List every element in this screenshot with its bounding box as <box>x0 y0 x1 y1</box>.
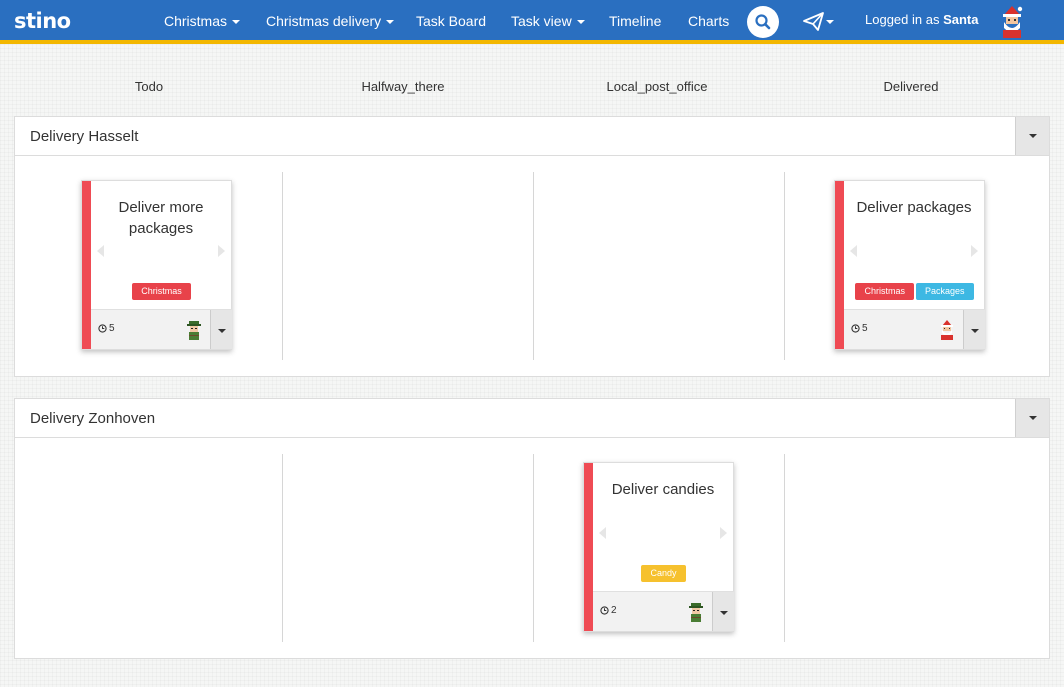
tag-badge: Christmas <box>855 283 914 300</box>
card-footer: 5 <box>844 309 985 349</box>
nav-task-board-label: Task Board <box>416 13 487 29</box>
clock-icon <box>98 324 107 333</box>
nav-task-board[interactable]: Task Board <box>416 13 486 29</box>
card-prev-arrow-icon[interactable] <box>97 245 104 257</box>
column-divider <box>784 172 785 360</box>
column-divider <box>784 454 785 642</box>
app-logo[interactable]: stino <box>14 9 71 33</box>
chevron-down-icon <box>971 329 979 333</box>
nav-christmas[interactable]: Christmas <box>164 13 241 29</box>
card-estimate: 5 <box>98 323 115 334</box>
card-prev-arrow-icon[interactable] <box>599 527 606 539</box>
chevron-down-icon <box>386 20 395 25</box>
search-icon <box>755 14 771 30</box>
chevron-down-icon <box>232 20 241 25</box>
column-header-halfway-there: Halfway_there <box>361 79 445 94</box>
tag-badge: Christmas <box>132 283 191 300</box>
task-card[interactable]: Deliver more packages Christmas 5 <box>81 180 232 350</box>
login-status[interactable]: Logged in as Santa <box>865 12 978 27</box>
paper-plane-icon <box>803 12 824 31</box>
swimlane-title: Delivery Hasselt <box>30 128 139 145</box>
notifications-button[interactable] <box>803 12 839 32</box>
estimate-value: 2 <box>611 605 617 616</box>
column-divider <box>533 172 534 360</box>
santa-avatar-icon <box>941 320 953 340</box>
clock-icon <box>600 606 609 615</box>
nav-christmas-delivery-label: Christmas delivery <box>266 13 382 29</box>
swimlane-header: Delivery Zonhoven <box>15 399 1049 438</box>
nav-timeline-label: Timeline <box>609 13 662 29</box>
chevron-down-icon <box>1029 134 1037 138</box>
card-footer: 5 <box>91 309 232 349</box>
card-next-arrow-icon[interactable] <box>971 245 978 257</box>
user-avatar[interactable] <box>998 4 1026 38</box>
tag-badge: Packages <box>915 283 974 300</box>
chevron-down-icon <box>720 611 728 615</box>
top-navbar: stino Christmas Christmas delivery Task … <box>0 0 1064 44</box>
card-priority-stripe <box>584 463 593 631</box>
chevron-down-icon <box>1029 416 1037 420</box>
swimlane-title: Delivery Zonhoven <box>30 410 156 427</box>
card-footer: 2 <box>593 591 734 631</box>
card-menu-button[interactable] <box>963 310 985 349</box>
swimlane-toggle-button[interactable] <box>1015 399 1049 437</box>
card-estimate: 2 <box>600 605 617 616</box>
nav-christmas-label: Christmas <box>164 13 228 29</box>
santa-avatar-icon <box>1003 6 1023 38</box>
column-divider <box>533 454 534 642</box>
card-title: Deliver more packages <box>118 199 204 237</box>
nav-task-view-label: Task view <box>511 13 572 29</box>
card-tags: Christmas <box>91 283 232 300</box>
swimlane-header: Delivery Hasselt <box>15 117 1049 156</box>
elf-avatar-icon <box>689 603 703 622</box>
column-divider <box>282 172 283 360</box>
task-card[interactable]: Deliver packages Christmas Packages 5 <box>834 180 985 350</box>
card-estimate: 5 <box>851 323 868 334</box>
elf-avatar-icon <box>187 321 201 340</box>
estimate-value: 5 <box>862 323 868 334</box>
card-tags: Candy <box>593 565 734 582</box>
card-menu-button[interactable] <box>210 310 232 349</box>
column-header-local-post-office: Local_post_office <box>606 79 708 94</box>
nav-timeline[interactable]: Timeline <box>609 13 661 29</box>
task-card[interactable]: Deliver candies Candy 2 <box>583 462 734 632</box>
nav-task-view[interactable]: Task view <box>511 13 585 29</box>
user-name: Santa <box>943 12 979 27</box>
clock-icon <box>851 324 860 333</box>
nav-charts[interactable]: Charts <box>688 13 729 29</box>
chevron-down-icon <box>218 329 226 333</box>
card-prev-arrow-icon[interactable] <box>850 245 857 257</box>
swimlane-toggle-button[interactable] <box>1015 117 1049 155</box>
card-title: Deliver packages <box>856 199 972 216</box>
nav-charts-label: Charts <box>688 13 730 29</box>
card-next-arrow-icon[interactable] <box>218 245 225 257</box>
column-header-todo: Todo <box>134 79 164 94</box>
card-priority-stripe <box>835 181 844 349</box>
card-priority-stripe <box>82 181 91 349</box>
swimlane-delivery-zonhoven: Delivery Zonhoven Deliver candies Candy … <box>14 398 1050 659</box>
chevron-down-icon <box>576 20 585 25</box>
estimate-value: 5 <box>109 323 115 334</box>
swimlane-delivery-hasselt: Delivery Hasselt Deliver more packages C… <box>14 116 1050 377</box>
chevron-down-icon <box>826 20 834 24</box>
nav-christmas-delivery[interactable]: Christmas delivery <box>266 13 395 29</box>
login-prefix: Logged in as <box>865 12 940 27</box>
card-menu-button[interactable] <box>712 592 734 631</box>
card-next-arrow-icon[interactable] <box>720 527 727 539</box>
column-divider <box>282 454 283 642</box>
card-tags: Christmas Packages <box>844 283 985 300</box>
search-button[interactable] <box>747 6 779 38</box>
tag-badge: Candy <box>641 565 686 582</box>
card-title: Deliver candies <box>611 481 715 498</box>
column-header-delivered: Delivered <box>883 79 939 94</box>
